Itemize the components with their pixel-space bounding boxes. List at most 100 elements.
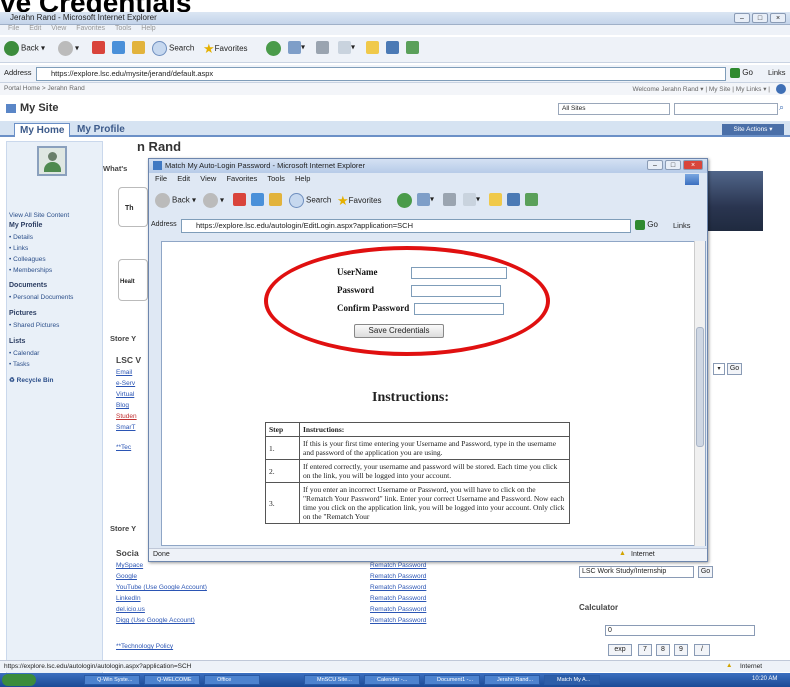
- popup-stop-icon[interactable]: [233, 193, 246, 206]
- avatar[interactable]: [37, 146, 67, 176]
- research-icon[interactable]: [386, 41, 399, 54]
- linkedin-link[interactable]: LinkedIn: [116, 595, 141, 602]
- calculator-display[interactable]: 0: [605, 625, 755, 636]
- popup-maximize-button[interactable]: □: [665, 160, 681, 170]
- popup-print-icon[interactable]: [443, 193, 456, 206]
- go-button[interactable]: Go: [730, 68, 753, 78]
- popup-favorites-button[interactable]: ★Favorites: [337, 193, 382, 209]
- smart-link[interactable]: SmarT: [116, 424, 136, 431]
- popup-refresh-icon[interactable]: [251, 193, 264, 206]
- nav-item-colleagues[interactable]: • Colleagues: [9, 256, 46, 263]
- popup-menu-view[interactable]: View: [200, 174, 216, 183]
- nav-heading-pictures[interactable]: Pictures: [9, 310, 37, 317]
- popup-mail-icon[interactable]: ▾: [417, 193, 434, 206]
- search-button[interactable]: Search: [152, 41, 194, 56]
- taskbar-item[interactable]: Jerahn Rand...: [484, 675, 540, 685]
- print-icon[interactable]: [316, 41, 329, 54]
- tab-my-profile[interactable]: My Profile: [72, 123, 130, 137]
- help-icon[interactable]: [776, 84, 786, 94]
- minimize-button[interactable]: –: [734, 13, 750, 23]
- technology-policy-link[interactable]: **Technology Policy: [116, 643, 173, 650]
- view-all-content-link[interactable]: View All Site Content: [9, 212, 69, 219]
- nav-heading-my-profile[interactable]: My Profile: [9, 222, 42, 229]
- forward-button[interactable]: ▾: [58, 41, 79, 56]
- calc-button-divide[interactable]: /: [694, 644, 710, 656]
- popup-history-icon[interactable]: [397, 193, 414, 208]
- calc-button-7[interactable]: 7: [638, 644, 652, 656]
- history-icon[interactable]: [266, 41, 283, 56]
- popup-edit-icon[interactable]: ▾: [463, 193, 480, 206]
- calc-button-9[interactable]: 9: [674, 644, 688, 656]
- popup-links-button[interactable]: Links: [673, 221, 691, 230]
- delicious-link[interactable]: del.icio.us: [116, 606, 145, 613]
- eservices-link[interactable]: e-Serv: [116, 380, 135, 387]
- menu-edit[interactable]: Edit: [29, 25, 41, 32]
- menu-view[interactable]: View: [51, 25, 66, 32]
- virtual-link[interactable]: Virtual: [116, 391, 134, 398]
- dropdown-arrow-icon[interactable]: ▾: [713, 363, 725, 375]
- popup-address-input[interactable]: https://explore.lsc.edu/autologin/EditLo…: [181, 219, 631, 233]
- rematch-link-digg[interactable]: Rematch Password: [370, 617, 426, 624]
- edit-icon[interactable]: ▾: [338, 41, 355, 54]
- popup-search-button[interactable]: Search: [289, 193, 331, 208]
- myspace-link[interactable]: MySpace: [116, 562, 143, 569]
- popup-home-icon[interactable]: [269, 193, 282, 206]
- favorites-button[interactable]: ★Favorites: [203, 41, 248, 57]
- popup-back-button[interactable]: Back ▾: [155, 193, 196, 208]
- email-link[interactable]: Email: [116, 369, 132, 376]
- popup-menu-tools[interactable]: Tools: [267, 174, 285, 183]
- rematch-link-linkedin[interactable]: Rematch Password: [370, 595, 426, 602]
- menu-favorites[interactable]: Favorites: [76, 25, 105, 32]
- technology-link[interactable]: **Tec: [116, 444, 131, 451]
- nav-item-details[interactable]: • Details: [9, 234, 33, 241]
- popup-minimize-button[interactable]: –: [647, 160, 663, 170]
- welcome-menu[interactable]: Welcome Jerahn Rand ▾ | My Site | My Lin…: [632, 85, 770, 93]
- maximize-button[interactable]: □: [752, 13, 768, 23]
- digg-link[interactable]: Digg (Use Google Account): [116, 617, 195, 624]
- address-input[interactable]: https://explore.lsc.edu/mysite/jerand/de…: [36, 67, 726, 81]
- taskbar-item[interactable]: Calendar -...: [364, 675, 420, 685]
- work-study-select[interactable]: LSC Work Study/Internship: [579, 566, 694, 578]
- home-icon[interactable]: [132, 41, 145, 54]
- rematch-link-myspace[interactable]: Rematch Password: [370, 562, 426, 569]
- menu-help[interactable]: Help: [141, 25, 155, 32]
- menu-tools[interactable]: Tools: [115, 25, 131, 32]
- google-link[interactable]: Google: [116, 573, 137, 580]
- nav-heading-lists[interactable]: Lists: [9, 338, 25, 345]
- taskbar-item[interactable]: Match My A...: [544, 675, 600, 685]
- youtube-link[interactable]: YouTube (Use Google Account): [116, 584, 207, 591]
- taskbar-item[interactable]: Document1 -...: [424, 675, 480, 685]
- back-button[interactable]: Back ▾: [4, 41, 45, 56]
- rematch-link-delicious[interactable]: Rematch Password: [370, 606, 426, 613]
- popup-menu-favorites[interactable]: Favorites: [226, 174, 257, 183]
- close-button[interactable]: ×: [770, 13, 786, 23]
- scope-select[interactable]: All Sites: [558, 103, 670, 115]
- popup-forward-button[interactable]: ▾: [203, 193, 224, 208]
- taskbar-item[interactable]: MnSCU Site...: [304, 675, 360, 685]
- mail-icon[interactable]: ▾: [288, 41, 305, 54]
- menu-file[interactable]: File: [8, 25, 19, 32]
- blog-link[interactable]: Blog: [116, 402, 129, 409]
- taskbar-item[interactable]: Q-WELCOME: [144, 675, 200, 685]
- tab-my-home[interactable]: My Home: [14, 123, 71, 137]
- breadcrumb[interactable]: Portal Home > Jerahn Rand: [4, 85, 85, 92]
- nav-item-links[interactable]: • Links: [9, 245, 28, 252]
- popup-scrollbar[interactable]: [694, 241, 705, 546]
- refresh-icon[interactable]: [112, 41, 125, 54]
- stop-icon[interactable]: [92, 41, 105, 54]
- nav-item-shared-pictures[interactable]: • Shared Pictures: [9, 322, 59, 329]
- recycle-bin-link[interactable]: ♻ Recycle Bin: [9, 376, 54, 384]
- taskbar-item[interactable]: Office: [204, 675, 260, 685]
- folder-icon[interactable]: [366, 41, 379, 54]
- nav-item-memberships[interactable]: • Memberships: [9, 267, 52, 274]
- nav-heading-documents[interactable]: Documents: [9, 282, 47, 289]
- go-button-1[interactable]: Go: [727, 363, 742, 375]
- nav-item-calendar[interactable]: • Calendar: [9, 350, 39, 357]
- rematch-link-google[interactable]: Rematch Password: [370, 573, 426, 580]
- popup-messenger-icon[interactable]: [525, 193, 538, 206]
- popup-menu-edit[interactable]: Edit: [177, 174, 190, 183]
- nav-item-personal-documents[interactable]: • Personal Documents: [9, 294, 73, 301]
- popup-close-button[interactable]: ×: [683, 160, 703, 170]
- calc-button-8[interactable]: 8: [656, 644, 670, 656]
- popup-research-icon[interactable]: [507, 193, 520, 206]
